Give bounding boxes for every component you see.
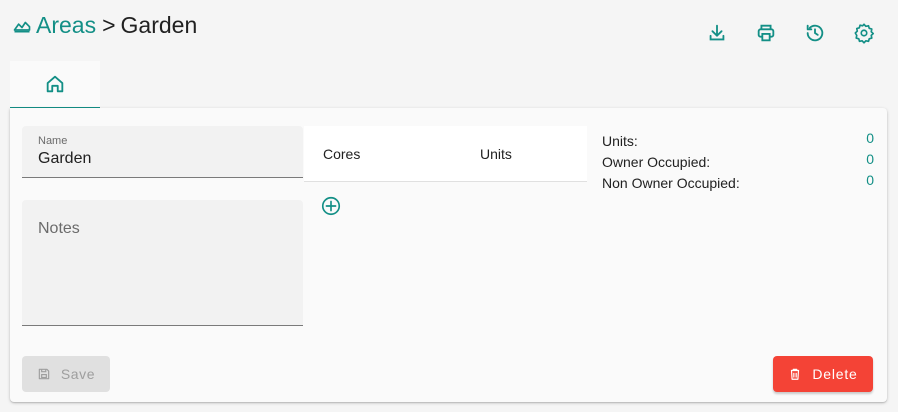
notes-field[interactable]: Notes (22, 200, 303, 326)
add-circle-icon (321, 196, 341, 216)
tab-home[interactable] (10, 61, 100, 109)
stat-label: Owner Occupied: (602, 154, 711, 170)
stat-owner-occupied: Owner Occupied: 0 (602, 151, 874, 172)
breadcrumb-current: Garden (120, 11, 198, 38)
area-chart-icon (12, 15, 32, 35)
notes-placeholder: Notes (38, 220, 80, 237)
stat-value: 0 (866, 172, 874, 188)
save-button-label: Save (60, 366, 96, 382)
name-field-label: Name (38, 135, 68, 147)
settings-icon (854, 23, 875, 44)
cores-table-header: Cores Units (304, 126, 587, 182)
print-icon (757, 24, 775, 42)
download-button[interactable] (702, 19, 732, 47)
print-button[interactable] (751, 19, 781, 47)
toolbar (702, 19, 879, 47)
stat-units: Units: 0 (602, 130, 874, 151)
page-title: Areas > Garden (12, 10, 197, 40)
stats-panel: Units: 0 Owner Occupied: 0 Non Owner Occ… (602, 130, 874, 193)
add-core-button[interactable] (320, 195, 342, 217)
breadcrumb-separator: > (102, 11, 116, 38)
column-header-cores: Cores (323, 146, 361, 162)
download-icon (709, 24, 725, 41)
history-button[interactable] (800, 19, 830, 47)
delete-button-label: Delete (812, 366, 858, 382)
save-icon (38, 368, 50, 380)
stat-value: 0 (866, 130, 874, 146)
home-icon (46, 75, 64, 93)
save-button[interactable]: Save (22, 356, 110, 392)
stat-label: Non Owner Occupied: (602, 175, 740, 191)
stat-non-owner-occupied: Non Owner Occupied: 0 (602, 172, 874, 193)
settings-button[interactable] (849, 19, 879, 47)
name-input[interactable]: Garden (38, 150, 91, 168)
column-header-units: Units (480, 146, 512, 162)
breadcrumb-areas-link[interactable]: Areas (36, 12, 96, 39)
delete-button[interactable]: Delete (773, 356, 873, 392)
stat-label: Units: (602, 133, 638, 149)
name-field[interactable]: Name Garden (22, 126, 303, 178)
area-detail-card: Name Garden Notes Cores Units Units: 0 O… (10, 108, 887, 402)
trash-icon (791, 368, 800, 380)
history-icon (806, 24, 824, 42)
stat-value: 0 (866, 151, 874, 167)
